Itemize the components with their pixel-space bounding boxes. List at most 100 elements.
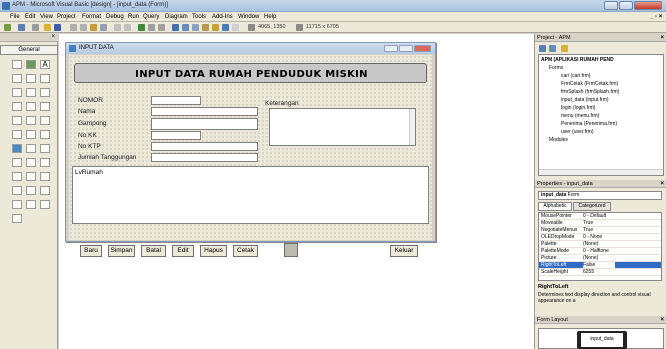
form-design-surface[interactable]: INPUT DATA RUMAH PENDUDUK MISKIN NOMOR N…: [69, 55, 432, 240]
ole-icon[interactable]: [40, 144, 50, 153]
hscrollbar-icon[interactable]: [26, 102, 36, 111]
tree-item[interactable]: login (login.frm): [561, 105, 595, 111]
tab-categorized[interactable]: Categorized: [573, 202, 611, 211]
tree-item[interactable]: FrmCetak (FrmCetak.frm): [561, 81, 618, 87]
listview-icon[interactable]: [12, 158, 22, 167]
toolbar-control-icon[interactable]: [26, 172, 36, 181]
menu-add-ins[interactable]: Add-Ins: [212, 14, 233, 20]
object-browser-icon[interactable]: [202, 24, 209, 31]
property-row-selected[interactable]: RightToLeft False: [539, 262, 661, 269]
toolbox-tab-general[interactable]: General: [0, 45, 58, 55]
jumlah-tanggungan-field[interactable]: [151, 153, 258, 162]
nokk-field[interactable]: [151, 131, 201, 140]
datacombo-icon[interactable]: [26, 200, 36, 209]
form-header-frame[interactable]: INPUT DATA RUMAH PENDUDUK MISKIN: [74, 63, 427, 83]
undo-icon[interactable]: [114, 24, 121, 31]
object-dropdown[interactable]: input_data Form: [538, 191, 662, 200]
data-view-icon[interactable]: [222, 24, 229, 31]
tree-hscrollbar[interactable]: [539, 169, 663, 175]
properties-window-icon[interactable]: [182, 24, 189, 31]
menu-tools[interactable]: Tools: [192, 14, 206, 20]
menu-diagram[interactable]: Diagram: [165, 14, 188, 20]
keluar-button[interactable]: Keluar: [390, 245, 418, 257]
filelistbox-icon[interactable]: [12, 130, 22, 139]
close-icon[interactable]: ×: [660, 316, 664, 324]
optionbutton-icon[interactable]: [26, 88, 36, 97]
slider-icon[interactable]: [26, 186, 36, 195]
imagelist-icon[interactable]: [40, 158, 50, 167]
component-manager-icon[interactable]: [232, 24, 239, 31]
commandbutton-icon[interactable]: [40, 74, 50, 83]
menu-query[interactable]: Query: [143, 14, 159, 20]
end-icon[interactable]: [158, 24, 165, 31]
tree-item[interactable]: input_data (input.frm): [561, 97, 609, 103]
close-icon[interactable]: ×: [660, 180, 664, 188]
baru-button[interactable]: Baru: [80, 245, 102, 257]
tree-item[interactable]: user (user.frm): [561, 129, 594, 135]
textbox-icon[interactable]: [12, 74, 22, 83]
menu-help[interactable]: Help: [264, 14, 276, 20]
property-row[interactable]: MousePointer 0 - Default: [539, 213, 661, 220]
project-explorer-icon[interactable]: [172, 24, 179, 31]
adodc-icon[interactable]: [40, 186, 50, 195]
statusbar-icon[interactable]: [40, 172, 50, 181]
label-icon[interactable]: A: [40, 60, 50, 69]
line-icon[interactable]: [40, 130, 50, 139]
combobox-icon[interactable]: [40, 88, 50, 97]
data-control-icon[interactable]: [26, 144, 36, 153]
crystal-report-control-icon[interactable]: [284, 243, 298, 257]
tree-item[interactable]: cari (cari.frm): [561, 73, 590, 79]
close-icon[interactable]: ×: [51, 34, 55, 40]
treeview-icon[interactable]: [26, 158, 36, 167]
datagrid-icon[interactable]: [12, 200, 22, 209]
menu-project[interactable]: Project: [57, 14, 76, 20]
gampong-field[interactable]: [151, 118, 258, 130]
listbox-icon[interactable]: [12, 102, 22, 111]
view-object-icon[interactable]: [549, 45, 556, 52]
property-row[interactable]: Picture (None): [539, 255, 661, 262]
add-form-icon[interactable]: [18, 24, 25, 31]
close-button[interactable]: [634, 1, 662, 10]
forms-folder[interactable]: Forms: [549, 65, 563, 71]
form-minimize-button[interactable]: [384, 45, 398, 52]
lvrumah-listview[interactable]: LvRumah: [72, 166, 429, 224]
close-icon[interactable]: ×: [660, 34, 664, 42]
menu-window[interactable]: Window: [238, 14, 259, 20]
start-icon[interactable]: [138, 24, 145, 31]
property-row[interactable]: Moveable True: [539, 220, 661, 227]
menu-run[interactable]: Run: [128, 14, 139, 20]
add-project-icon[interactable]: [4, 24, 11, 31]
find-icon[interactable]: [100, 24, 107, 31]
progressbar-icon[interactable]: [12, 186, 22, 195]
menu-edit[interactable]: Edit: [25, 14, 35, 20]
form-layout-form[interactable]: input_data: [581, 333, 623, 347]
nomor-field[interactable]: [151, 96, 201, 105]
keterangan-textarea[interactable]: [269, 108, 416, 146]
tree-item[interactable]: Penerima (Penerima.frm): [561, 121, 617, 127]
property-row[interactable]: ScaleHeight 6255: [539, 269, 661, 276]
frame-icon[interactable]: [26, 74, 36, 83]
maximize-button[interactable]: [619, 1, 633, 10]
property-row[interactable]: PaletteMode 0 - Halftone: [539, 248, 661, 255]
hapus-button[interactable]: Hapus: [200, 245, 227, 257]
crystal-report-icon[interactable]: [40, 200, 50, 209]
mdi-controls-icon[interactable]: _ ▫ ×: [650, 14, 662, 20]
paste-icon[interactable]: [90, 24, 97, 31]
menu-view[interactable]: View: [40, 14, 53, 20]
picturebox-icon[interactable]: [26, 60, 36, 69]
noktp-field[interactable]: [151, 142, 258, 151]
vscrollbar-icon[interactable]: [40, 102, 50, 111]
drivelistbox-icon[interactable]: [26, 116, 36, 125]
image-icon[interactable]: [12, 144, 22, 153]
tab-alphabetic[interactable]: Alphabetic: [538, 202, 572, 211]
form-close-button[interactable]: [414, 45, 431, 52]
menu-debug[interactable]: Debug: [106, 14, 124, 20]
property-row[interactable]: OLEDropMode 0 - None: [539, 234, 661, 241]
checkbox-icon[interactable]: [12, 88, 22, 97]
nama-field[interactable]: [151, 107, 258, 116]
shape-icon[interactable]: [26, 130, 36, 139]
menu-file[interactable]: File: [10, 14, 20, 20]
redo-icon[interactable]: [124, 24, 131, 31]
project-root[interactable]: APM (APLIKASI RUMAH PEND: [541, 57, 614, 63]
batal-button[interactable]: Batal: [141, 245, 166, 257]
